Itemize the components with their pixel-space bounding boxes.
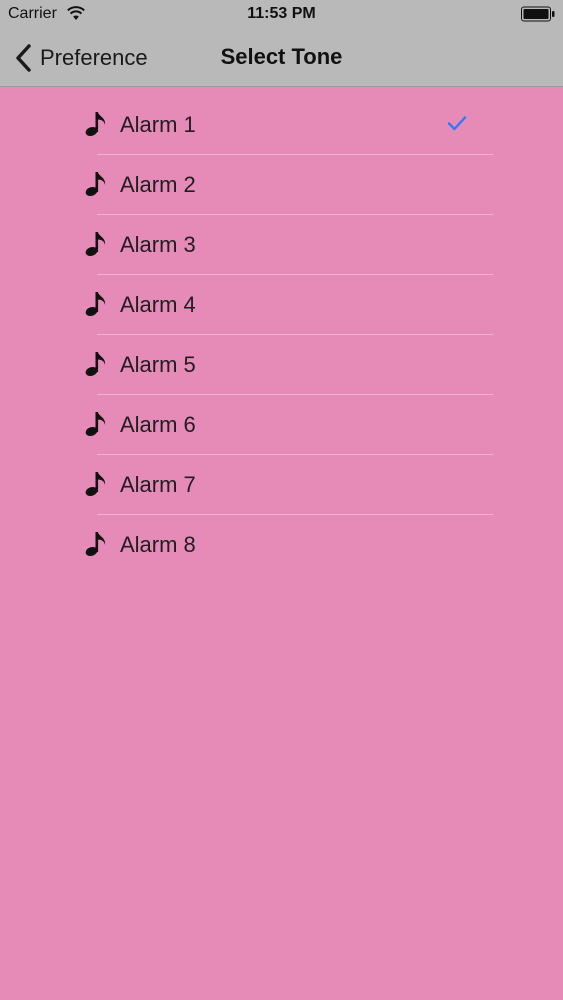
status-bar: Carrier 11:53 PM — [0, 0, 563, 30]
tone-label: Alarm 7 — [120, 472, 196, 497]
music-note-icon — [85, 172, 106, 196]
music-note-icon — [85, 292, 106, 316]
tone-label: Alarm 3 — [120, 232, 196, 257]
tone-row-alarm-7[interactable]: Alarm 7 — [0, 455, 563, 515]
tone-row-alarm-8[interactable]: Alarm 8 — [0, 515, 563, 575]
tone-label: Alarm 8 — [120, 532, 196, 557]
tone-label: Alarm 6 — [120, 412, 196, 437]
tone-row-alarm-6[interactable]: Alarm 6 — [0, 395, 563, 455]
status-time: 11:53 PM — [247, 5, 316, 22]
chevron-left-icon — [16, 44, 31, 72]
music-note-icon — [85, 112, 106, 136]
tone-row-alarm-5[interactable]: Alarm 5 — [0, 335, 563, 395]
tone-row-alarm-2[interactable]: Alarm 2 — [0, 155, 563, 215]
tone-label: Alarm 4 — [120, 292, 196, 317]
back-button[interactable]: Preference — [14, 42, 148, 74]
navigation-bar: Preference Select Tone — [0, 30, 563, 87]
music-note-icon — [85, 532, 106, 556]
music-note-icon — [85, 232, 106, 256]
tone-row-alarm-3[interactable]: Alarm 3 — [0, 215, 563, 275]
tone-label: Alarm 2 — [120, 172, 196, 197]
tone-label: Alarm 5 — [120, 352, 196, 377]
tone-label: Alarm 1 — [120, 112, 196, 137]
tone-list: Alarm 1 Alarm 2 Alarm 3 Alarm 4 Alarm 5 … — [0, 95, 563, 575]
checkmark-icon — [447, 116, 467, 131]
back-label: Preference — [40, 45, 148, 70]
music-note-icon — [85, 412, 106, 436]
music-note-icon — [85, 472, 106, 496]
battery-icon — [521, 6, 555, 22]
tone-row-alarm-4[interactable]: Alarm 4 — [0, 275, 563, 335]
music-note-icon — [85, 352, 106, 376]
tone-row-alarm-1[interactable]: Alarm 1 — [0, 95, 563, 155]
